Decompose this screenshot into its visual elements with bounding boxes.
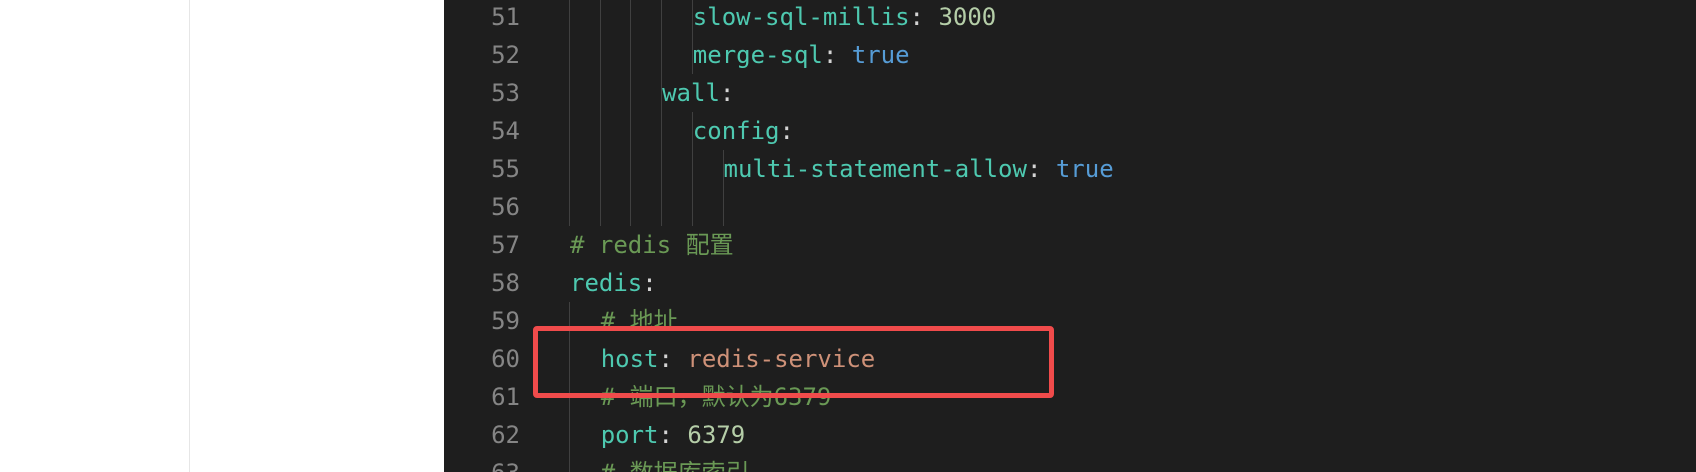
indent-guide: [661, 150, 663, 188]
code-line[interactable]: 62 port: 6379: [444, 416, 1696, 454]
yaml-key-token: redis: [570, 269, 643, 297]
indent-guide: [569, 454, 570, 472]
indent-guide: [569, 112, 570, 150]
yaml-key-token: wall: [662, 79, 720, 107]
yaml-key-token: slow-sql-millis: [692, 3, 910, 31]
yaml-value-token: true: [851, 41, 910, 69]
indent-guide: [630, 150, 632, 188]
indent-guide: [599, 188, 601, 226]
screenshot-root: 51 slow-sql-millis: 3000 52 merge-sql: true…: [0, 0, 1696, 472]
indent-guide: [630, 36, 632, 74]
left-blank-panel: [0, 0, 190, 472]
colon-token: :: [822, 41, 852, 69]
indent-guide: [569, 188, 570, 226]
colon-token: :: [719, 79, 735, 107]
code-text: # redis 配置: [570, 226, 734, 264]
indent-guide: [661, 188, 663, 226]
indent-guide: [569, 302, 570, 340]
line-number: 59: [491, 307, 520, 335]
code-text: redis:: [570, 264, 657, 302]
code-line[interactable]: 61 # 端口，默认为6379: [444, 378, 1696, 416]
indent-guide: [630, 74, 632, 112]
comment-token: # 数据库索引: [601, 459, 750, 472]
colon-token: :: [658, 421, 688, 449]
line-number: 54: [491, 117, 520, 145]
code-line[interactable]: 53 wall:: [444, 74, 1696, 112]
code-editor[interactable]: 51 slow-sql-millis: 3000 52 merge-sql: true…: [444, 0, 1696, 472]
line-number: 57: [491, 231, 520, 259]
indent-guide: [691, 150, 693, 188]
line-number: 63: [444, 454, 520, 472]
indent-guide: [630, 0, 632, 36]
code-text: host: redis-service: [601, 340, 876, 378]
indent-guide: [599, 0, 601, 36]
indent-guide: [630, 188, 632, 226]
code-text: port: 6379: [601, 416, 746, 454]
code-text: # 端口，默认为6379: [601, 378, 832, 416]
code-line[interactable]: 51 slow-sql-millis: 3000: [444, 0, 1696, 36]
code-text: wall:: [662, 74, 734, 112]
indent-guide: [569, 378, 570, 416]
yaml-key-token: port: [600, 421, 659, 449]
line-number: 60: [491, 345, 520, 373]
yaml-key-token: multi-statement-allow: [723, 155, 1027, 183]
yaml-value-token: redis-service: [687, 345, 876, 373]
yaml-value-token: 6379: [687, 421, 746, 449]
indent-guide: [569, 36, 570, 74]
comment-token: # redis 配置: [570, 231, 734, 259]
indent-guide: [569, 74, 570, 112]
yaml-key-token: host: [600, 345, 659, 373]
middle-blank-panel: [190, 0, 444, 472]
code-line[interactable]: 54 config:: [444, 112, 1696, 150]
yaml-value-token: 3000: [938, 3, 997, 31]
colon-token: :: [909, 3, 939, 31]
colon-token: :: [658, 345, 688, 373]
indent-guide: [630, 112, 632, 150]
code-text: config:: [693, 112, 794, 150]
code-line[interactable]: 63 # 数据库索引: [444, 454, 1696, 472]
indent-guide: [691, 188, 693, 226]
line-number: 55: [491, 155, 520, 183]
yaml-key-token: config: [692, 117, 780, 145]
line-number: 62: [491, 421, 520, 449]
line-number: 61: [491, 383, 520, 411]
code-text: slow-sql-millis: 3000: [693, 0, 996, 36]
indent-guide: [722, 188, 724, 226]
colon-token: :: [1026, 155, 1056, 183]
line-number: 58: [491, 269, 520, 297]
line-number: 52: [491, 41, 520, 69]
line-number: 51: [491, 3, 520, 31]
yaml-value-token: true: [1055, 155, 1114, 183]
indent-guide: [599, 150, 601, 188]
indent-guide: [569, 0, 570, 36]
code-text: # 地址: [601, 302, 678, 340]
code-text: merge-sql: true: [693, 36, 910, 74]
code-text: multi-statement-allow: true: [724, 150, 1114, 188]
yaml-key-token: merge-sql: [692, 41, 823, 69]
comment-token: # 端口，默认为6379: [600, 383, 832, 411]
indent-guide: [569, 150, 570, 188]
indent-guide: [661, 36, 663, 74]
code-line[interactable]: 55 multi-statement-allow: true: [444, 150, 1696, 188]
comment-token: # 地址: [600, 307, 678, 335]
code-line[interactable]: 58 redis:: [444, 264, 1696, 302]
colon-token: :: [779, 117, 794, 145]
indent-guide: [569, 416, 570, 454]
line-number: 53: [491, 79, 520, 107]
code-line[interactable]: 57 # redis 配置: [444, 226, 1696, 264]
indent-guide: [661, 112, 663, 150]
code-line[interactable]: 52 merge-sql: true: [444, 36, 1696, 74]
indent-guide: [661, 0, 663, 36]
colon-token: :: [642, 269, 657, 297]
indent-guide: [599, 74, 601, 112]
code-line[interactable]: 56: [444, 188, 1696, 226]
code-line[interactable]: 59 # 地址: [444, 302, 1696, 340]
indent-guide: [599, 36, 601, 74]
indent-guide: [569, 340, 570, 378]
code-line[interactable]: 60 host: redis-service: [444, 340, 1696, 378]
line-number: 56: [491, 193, 520, 221]
code-text: # 数据库索引: [601, 454, 750, 472]
indent-guide: [599, 112, 601, 150]
